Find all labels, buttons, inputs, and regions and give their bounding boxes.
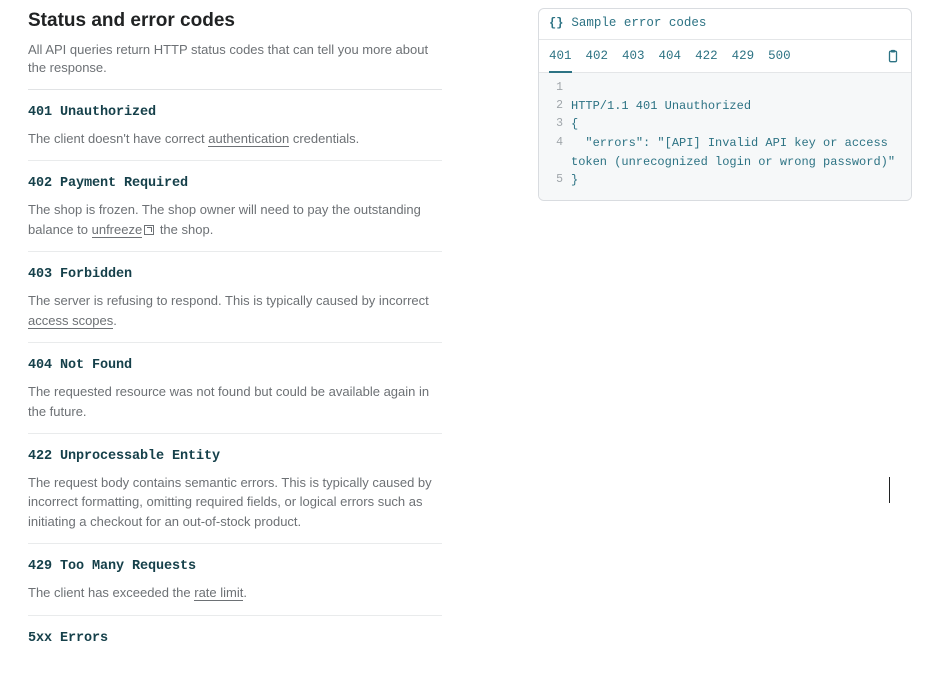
error-entry-422: 422 Unprocessable Entity The request body…: [28, 448, 442, 544]
code-tab-422[interactable]: 422: [695, 48, 718, 74]
text: The client doesn't have correct: [28, 131, 208, 146]
clipboard-icon: [886, 49, 900, 63]
text: The shop is frozen. The shop owner will …: [28, 202, 421, 237]
code-body: 12HTTP/1.1 401 Unauthorized3{4 "errors":…: [539, 73, 911, 200]
code-line: 4 "errors": "[API] Invalid API key or ac…: [539, 134, 911, 171]
code-tabs-row: 401 402 403 404 422 429 500: [539, 40, 911, 74]
error-body: The client doesn't have correct authenti…: [28, 129, 442, 149]
divider: [28, 89, 442, 90]
error-body: The client has exceeded the rate limit.: [28, 583, 442, 603]
line-number: 4: [549, 134, 563, 152]
line-number: 1: [549, 79, 563, 97]
page-title: Status and error codes: [28, 8, 442, 35]
text: the shop.: [156, 222, 213, 237]
braces-icon: {}: [549, 15, 563, 32]
code-tab-402[interactable]: 402: [586, 48, 609, 74]
error-heading: 403 Forbidden: [28, 266, 442, 285]
code-text: {: [563, 115, 578, 134]
error-heading: 401 Unauthorized: [28, 104, 442, 123]
code-tab-429[interactable]: 429: [732, 48, 755, 74]
inline-link[interactable]: unfreeze: [92, 222, 143, 238]
code-panel-header: {} Sample error codes: [539, 9, 911, 40]
text-cursor: [889, 477, 891, 503]
error-heading: 5xx Errors: [28, 630, 442, 649]
error-entry-429: 429 Too Many Requests The client has exce…: [28, 558, 442, 615]
code-tab-403[interactable]: 403: [622, 48, 645, 74]
code-line: 3{: [539, 115, 911, 134]
inline-link[interactable]: access scopes: [28, 313, 113, 329]
code-tab-500[interactable]: 500: [768, 48, 791, 74]
line-number: 2: [549, 97, 563, 115]
text: .: [243, 585, 247, 600]
error-entry-402: 402 Payment Required The shop is frozen. …: [28, 175, 442, 252]
error-heading: 422 Unprocessable Entity: [28, 448, 442, 467]
inline-link[interactable]: authentication: [208, 131, 289, 147]
code-text: HTTP/1.1 401 Unauthorized: [563, 97, 751, 116]
code-line: 5}: [539, 171, 911, 190]
error-entry-403: 403 Forbidden The server is refusing to r…: [28, 266, 442, 343]
error-body: The server is refusing to respond. This …: [28, 291, 442, 330]
code-line: 2HTTP/1.1 401 Unauthorized: [539, 97, 911, 116]
error-heading: 429 Too Many Requests: [28, 558, 442, 577]
error-heading: 402 Payment Required: [28, 175, 442, 194]
line-number: 5: [549, 171, 563, 189]
error-entry-5xx: 5xx Errors: [28, 630, 442, 667]
content-column: Status and error codes All API queries r…: [28, 8, 442, 681]
inline-link[interactable]: rate limit: [194, 585, 243, 601]
code-text: }: [563, 171, 578, 190]
text: The client has exceeded the: [28, 585, 194, 600]
external-link-icon: [144, 225, 154, 235]
code-panel-title: Sample error codes: [571, 15, 706, 33]
code-tab-401[interactable]: 401: [549, 48, 572, 74]
code-text: "errors": "[API] Invalid API key or acce…: [563, 134, 901, 171]
error-body: The requested resource was not found but…: [28, 382, 442, 421]
text: credentials.: [289, 131, 359, 146]
error-body: The shop is frozen. The shop owner will …: [28, 200, 442, 239]
error-entry-401: 401 Unauthorized The client doesn't have …: [28, 104, 442, 161]
error-body: The request body contains semantic error…: [28, 473, 442, 532]
error-entry-404: 404 Not Found The requested resource was …: [28, 357, 442, 434]
error-heading: 404 Not Found: [28, 357, 442, 376]
text: The server is refusing to respond. This …: [28, 293, 429, 308]
text: .: [113, 313, 117, 328]
line-number: 3: [549, 115, 563, 133]
code-panel: {} Sample error codes 401 402 403 404 422 429…: [538, 8, 912, 201]
code-line: 1: [539, 79, 911, 97]
page-intro: All API queries return HTTP status codes…: [28, 41, 442, 77]
copy-button[interactable]: [883, 46, 903, 66]
code-tab-404[interactable]: 404: [659, 48, 682, 74]
